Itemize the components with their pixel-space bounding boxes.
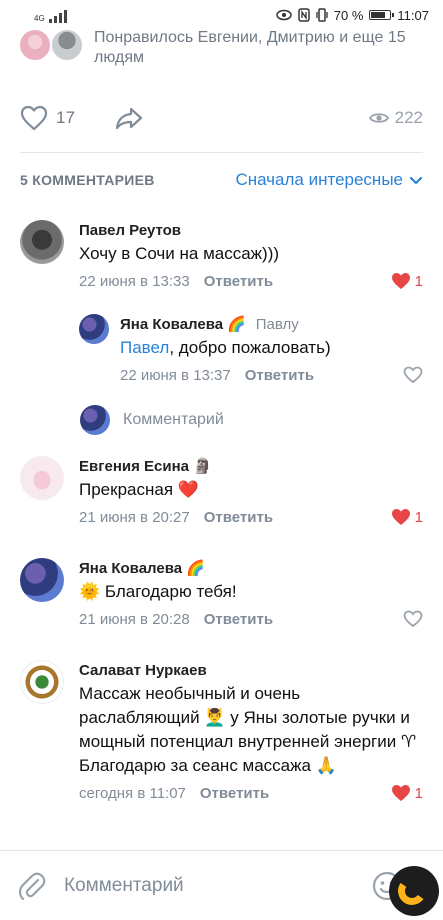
share-icon bbox=[115, 107, 143, 130]
comment: Салават Нуркаев Массаж необычный и очень… bbox=[20, 660, 423, 840]
heart-outline-icon bbox=[403, 366, 423, 384]
reply-to-label: Павлу bbox=[255, 315, 299, 333]
comment-date: 21 июня в 20:28 bbox=[79, 610, 190, 628]
rainbow-icon: 🌈 bbox=[227, 316, 246, 333]
post-actions: 17 222 bbox=[20, 100, 423, 136]
vibrate-icon bbox=[316, 8, 328, 22]
signal-indicator: 4G bbox=[34, 7, 67, 23]
comment: Яна Ковалева 🌈 🌞 Благодарю тебя! 21 июня… bbox=[20, 558, 423, 638]
reply-button[interactable]: Ответить bbox=[204, 611, 273, 628]
signal-bar bbox=[63, 10, 67, 23]
views-counter: 222 bbox=[368, 108, 423, 128]
share-button[interactable] bbox=[115, 106, 143, 130]
comment-text: Прекрасная ❤️ bbox=[79, 480, 199, 499]
comment-like-button[interactable]: 1 bbox=[391, 508, 423, 526]
avatar[interactable] bbox=[20, 660, 64, 704]
clock: 11:07 bbox=[397, 7, 429, 23]
heart-filled-icon bbox=[391, 509, 410, 525]
mention-link[interactable]: Павел bbox=[120, 338, 169, 357]
sort-label: Сначала интересные bbox=[235, 170, 403, 189]
network-type-label: 4G bbox=[34, 14, 45, 23]
comment-text: Хочу в Сочи на массаж))) bbox=[79, 244, 280, 263]
likes-count: 17 bbox=[56, 108, 75, 127]
reply-input[interactable]: Комментарий bbox=[123, 411, 224, 429]
avatar bbox=[80, 405, 110, 435]
liked-by-row[interactable]: Понравилось Евгении, Дмитрию и еще 15 лю… bbox=[18, 24, 423, 68]
eye-comfort-icon bbox=[276, 9, 292, 21]
comment-text: 🌞 Благодарю тебя! bbox=[79, 582, 237, 601]
reply-input-row[interactable]: Комментарий bbox=[80, 402, 423, 438]
nfc-icon bbox=[298, 8, 310, 22]
like-button[interactable]: 17 bbox=[20, 105, 75, 131]
comment-composer: Комментарий bbox=[0, 850, 443, 920]
reply-button[interactable]: Ответить bbox=[245, 367, 314, 384]
signal-bar bbox=[58, 13, 62, 23]
comment-author[interactable]: Салават Нуркаев bbox=[79, 660, 423, 680]
comment-likes-count: 1 bbox=[414, 272, 423, 290]
avatar[interactable] bbox=[20, 220, 64, 264]
battery-icon bbox=[369, 10, 395, 20]
comment-author[interactable]: Яна Ковалева 🌈 Павлу bbox=[120, 314, 423, 334]
comment-like-button[interactable]: 1 bbox=[391, 272, 423, 290]
comment-text: Массаж необычный и очень раслабляющий 💆‍… bbox=[79, 684, 417, 775]
comment-date: сегодня в 11:07 bbox=[79, 784, 186, 802]
heart-filled-icon bbox=[391, 273, 410, 289]
comment-like-button[interactable]: 1 bbox=[391, 784, 423, 802]
moai-icon: 🗿 bbox=[193, 458, 212, 475]
battery-fill bbox=[371, 12, 386, 18]
chevron-down-icon bbox=[409, 176, 423, 184]
comment-author[interactable]: Павел Реутов bbox=[79, 220, 423, 240]
heart-filled-icon bbox=[391, 785, 410, 801]
signal-bar bbox=[53, 16, 57, 23]
rainbow-icon: 🌈 bbox=[186, 560, 205, 577]
divider bbox=[20, 152, 423, 153]
comment-likes-count: 1 bbox=[414, 784, 423, 802]
avatar[interactable] bbox=[79, 314, 109, 344]
comment-input[interactable]: Комментарий bbox=[64, 875, 371, 897]
heart-outline-icon bbox=[403, 610, 423, 628]
comment-reply: Яна Ковалева 🌈 Павлу Павел, добро пожало… bbox=[79, 314, 423, 386]
comment: Павел Реутов Хочу в Сочи на массаж))) 22… bbox=[20, 220, 423, 300]
comment-date: 21 июня в 20:27 bbox=[79, 508, 190, 526]
sort-dropdown[interactable]: Сначала интересные bbox=[235, 170, 423, 190]
avatar bbox=[18, 28, 52, 62]
comments-count: 5 КОММЕНТАРИЕВ bbox=[20, 172, 155, 188]
comment-like-button[interactable] bbox=[403, 366, 423, 384]
battery-percent: 70 % bbox=[333, 7, 364, 23]
signal-bar bbox=[48, 19, 52, 23]
comment-like-button[interactable] bbox=[403, 610, 423, 628]
views-count: 222 bbox=[394, 108, 423, 127]
comments-header: 5 КОММЕНТАРИЕВ Сначала интересные bbox=[20, 166, 423, 194]
reply-button[interactable]: Ответить bbox=[200, 785, 269, 802]
avatar[interactable] bbox=[20, 558, 64, 602]
comment-date: 22 июня в 13:37 bbox=[120, 366, 231, 384]
comment-author[interactable]: Евгения Есина 🗿 bbox=[79, 456, 423, 476]
comment-text: Павел, добро пожаловать) bbox=[120, 338, 331, 357]
heart-outline-icon bbox=[20, 105, 48, 131]
comment-author[interactable]: Яна Ковалева 🌈 bbox=[79, 558, 423, 578]
comment: Евгения Есина 🗿 Прекрасная ❤️ 21 июня в … bbox=[20, 456, 423, 536]
avatar bbox=[50, 28, 84, 62]
reply-button[interactable]: Ответить bbox=[204, 273, 273, 290]
liked-by-text: Понравилось Евгении, Дмитрию и еще 15 лю… bbox=[94, 29, 406, 66]
comment-date: 22 июня в 13:33 bbox=[79, 272, 190, 290]
attach-paperclip-icon[interactable] bbox=[18, 870, 46, 902]
app-logo bbox=[389, 866, 439, 916]
eye-icon bbox=[368, 113, 389, 123]
avatar[interactable] bbox=[20, 456, 64, 500]
reply-button[interactable]: Ответить bbox=[204, 509, 273, 526]
liked-by-avatars bbox=[18, 24, 88, 64]
comment-likes-count: 1 bbox=[414, 508, 423, 526]
